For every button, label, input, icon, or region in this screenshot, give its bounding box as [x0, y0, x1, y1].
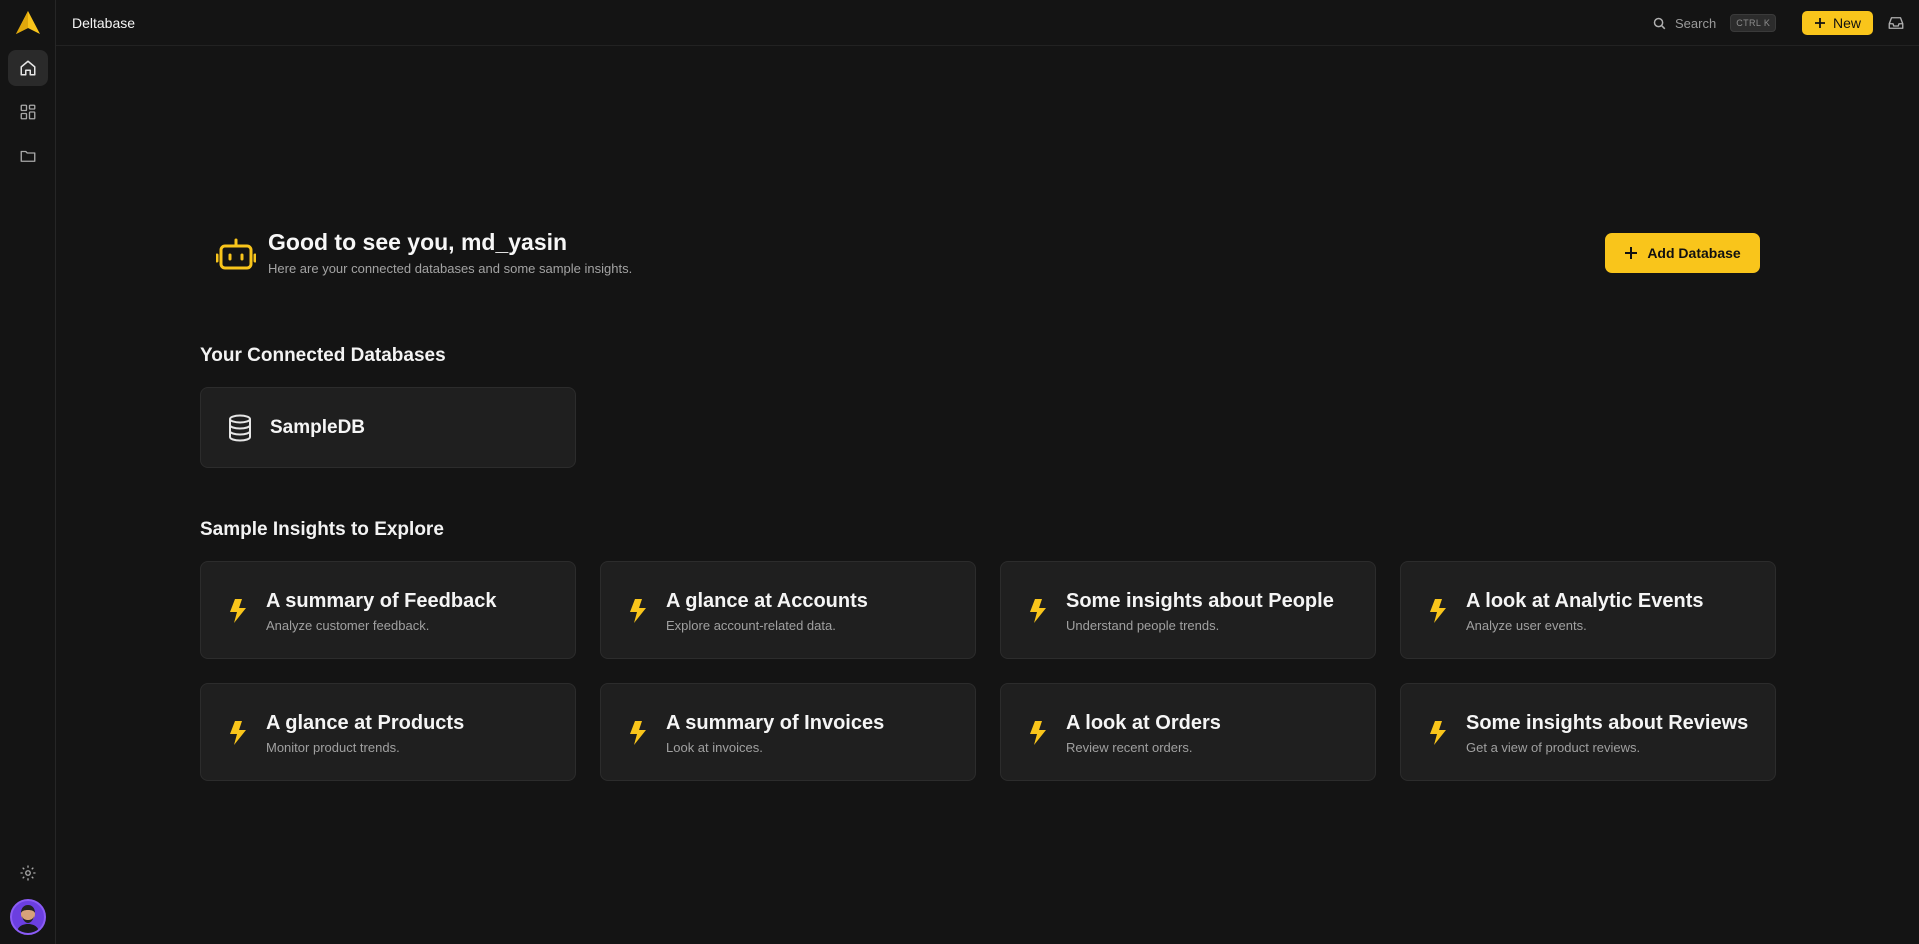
- search-icon: [1653, 17, 1666, 29]
- search-button[interactable]: Search CTRL K: [1652, 12, 1777, 34]
- greeting-subtitle: Here are your connected databases and so…: [268, 261, 633, 276]
- top-bar: Deltabase Search CTRL K New: [56, 0, 1919, 46]
- insight-card[interactable]: A glance at Products Monitor product tre…: [200, 683, 576, 781]
- lightning-bolt-icon: [230, 721, 246, 745]
- insight-subtitle: Look at invoices.: [666, 740, 763, 755]
- insight-subtitle: Analyze customer feedback.: [266, 618, 430, 633]
- database-card[interactable]: SampleDB: [200, 387, 576, 468]
- insight-subtitle: Analyze user events.: [1466, 618, 1587, 633]
- search-label: Search: [1675, 15, 1717, 31]
- insight-title: A summary of Invoices: [666, 712, 885, 734]
- robot-icon: [216, 238, 256, 270]
- lightning-bolt-icon: [1430, 721, 1446, 745]
- add-database-button[interactable]: Add Database: [1605, 233, 1760, 273]
- sample-insights-heading: Sample Insights to Explore: [200, 519, 444, 540]
- new-button[interactable]: New: [1802, 11, 1873, 35]
- lightning-bolt-icon: [1430, 599, 1446, 623]
- insight-card[interactable]: A summary of Feedback Analyze customer f…: [200, 561, 576, 659]
- user-avatar[interactable]: [10, 899, 46, 935]
- database-icon: [229, 414, 251, 442]
- insight-subtitle: Get a view of product reviews.: [1466, 740, 1641, 755]
- insight-subtitle: Review recent orders.: [1066, 740, 1193, 755]
- avatar-face-icon: [17, 905, 39, 933]
- deltabase-logo-icon[interactable]: [15, 10, 41, 36]
- sidebar-collections-button[interactable]: [8, 138, 48, 174]
- sidebar-settings-button[interactable]: [8, 855, 48, 891]
- insight-title: A summary of Feedback: [266, 590, 497, 612]
- insight-subtitle: Monitor product trends.: [266, 740, 400, 755]
- insight-subtitle: Understand people trends.: [1066, 618, 1220, 633]
- home-icon: [20, 60, 36, 76]
- greeting-title: Good to see you, md_yasin: [268, 229, 568, 255]
- folder-icon: [20, 150, 36, 162]
- inbox-icon[interactable]: [1887, 14, 1905, 32]
- search-shortcut-badge: CTRL K: [1730, 14, 1777, 32]
- insight-title: A glance at Products: [266, 712, 465, 734]
- lightning-bolt-icon: [230, 599, 246, 623]
- insight-card[interactable]: A summary of Invoices Look at invoices.: [600, 683, 976, 781]
- settings-gear-icon: [20, 865, 36, 881]
- sidebar-dashboards-button[interactable]: [8, 94, 48, 130]
- database-name: SampleDB: [270, 416, 366, 438]
- insight-card[interactable]: A look at Orders Review recent orders.: [1000, 683, 1376, 781]
- insight-title: Some insights about Reviews: [1466, 712, 1749, 734]
- dashboard-grid-icon: [20, 104, 36, 120]
- new-button-label: New: [1832, 15, 1861, 31]
- insight-title: A look at Analytic Events: [1466, 590, 1704, 612]
- connected-databases-heading: Your Connected Databases: [200, 345, 446, 366]
- plus-icon: [1625, 247, 1638, 259]
- insight-title: Some insights about People: [1066, 590, 1334, 612]
- lightning-bolt-icon: [630, 721, 646, 745]
- insight-title: A glance at Accounts: [666, 590, 868, 612]
- insight-card[interactable]: Some insights about People Understand pe…: [1000, 561, 1376, 659]
- lightning-bolt-icon: [1030, 599, 1046, 623]
- sidebar: [0, 0, 56, 944]
- app-title: Deltabase: [72, 15, 136, 31]
- add-database-label: Add Database: [1647, 245, 1741, 261]
- sidebar-home-button[interactable]: [8, 50, 48, 86]
- insight-subtitle: Explore account-related data.: [666, 618, 836, 633]
- lightning-bolt-icon: [630, 599, 646, 623]
- lightning-bolt-icon: [1030, 721, 1046, 745]
- insight-title: A look at Orders: [1066, 712, 1221, 734]
- insight-card[interactable]: Some insights about Reviews Get a view o…: [1400, 683, 1776, 781]
- insight-card[interactable]: A glance at Accounts Explore account-rel…: [600, 561, 976, 659]
- insight-card[interactable]: A look at Analytic Events Analyze user e…: [1400, 561, 1776, 659]
- plus-icon: [1814, 18, 1825, 28]
